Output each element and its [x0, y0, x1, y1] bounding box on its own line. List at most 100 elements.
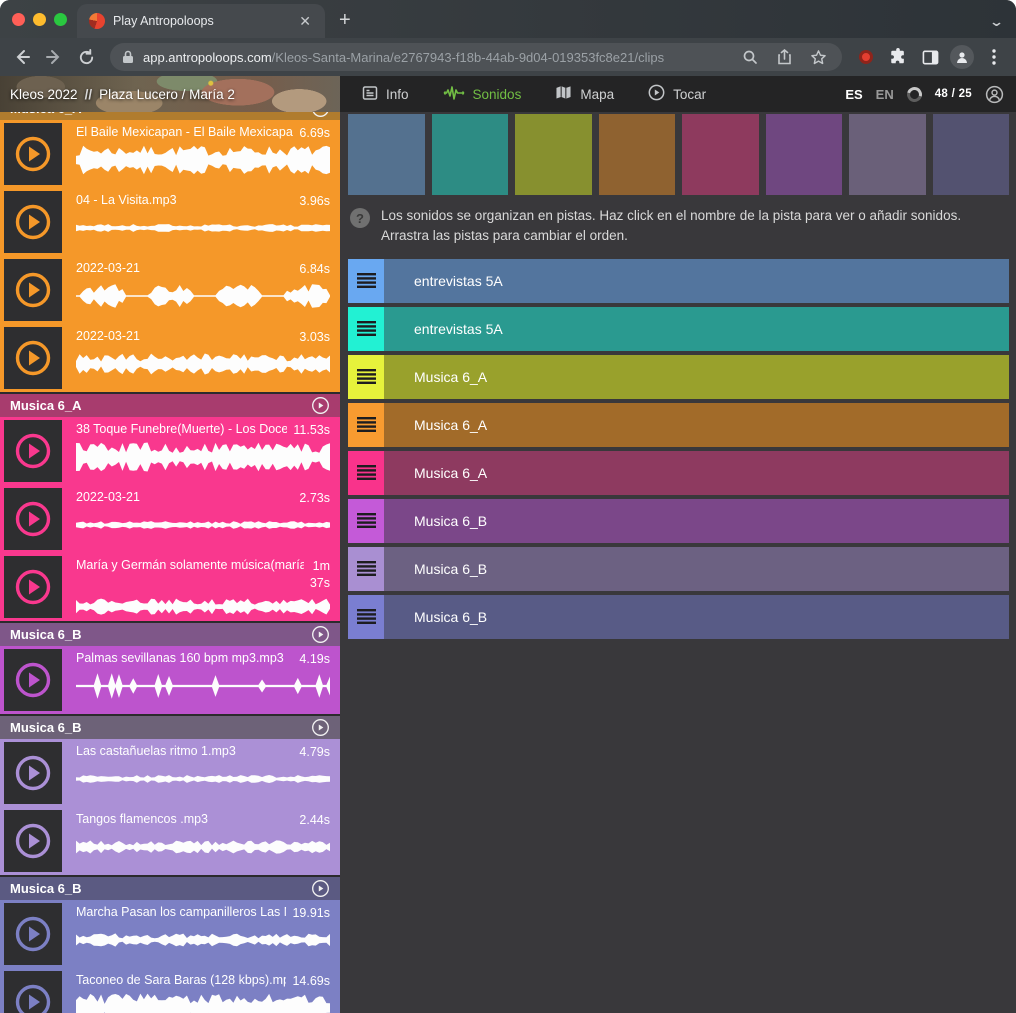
help-question-icon: ?	[350, 208, 370, 228]
tab-search-chevron-icon[interactable]: ⌄	[989, 14, 1004, 30]
clip-play-button[interactable]	[4, 488, 62, 550]
track-swatch-3[interactable]	[515, 114, 592, 195]
minimize-window-button[interactable]	[33, 13, 46, 26]
new-tab-button[interactable]: +	[325, 9, 365, 38]
track-drag-handle[interactable]	[348, 595, 384, 639]
section-header[interactable]: Musica 6_B	[0, 623, 340, 646]
maximize-window-button[interactable]	[54, 13, 67, 26]
track-swatch-7[interactable]	[849, 114, 926, 195]
clip-play-button[interactable]	[4, 742, 62, 804]
track-row[interactable]: Musica 6_A	[348, 451, 1009, 495]
clip-main: María y Germán solamente música(maría 2.…	[62, 556, 334, 618]
clip-main: 04 - La Visita.mp33.96s	[62, 191, 334, 253]
nav-item-label: Info	[386, 87, 409, 102]
track-drag-handle[interactable]	[348, 499, 384, 543]
clip-item[interactable]: Taconeo de Sara Baras (128 kbps).mp314.6…	[0, 968, 340, 1013]
clip-item[interactable]: Las castañuelas ritmo 1.mp34.79s	[0, 739, 340, 807]
track-drag-handle[interactable]	[348, 451, 384, 495]
clip-duration: 6.84s	[299, 261, 330, 278]
clip-duration: 4.19s	[299, 651, 330, 668]
clip-play-button[interactable]	[4, 191, 62, 253]
clip-item[interactable]: María y Germán solamente música(maría 2.…	[0, 553, 340, 621]
track-swatch-1[interactable]	[348, 114, 425, 195]
share-icon[interactable]	[770, 43, 798, 71]
section-header[interactable]: Musica 6_A	[0, 112, 340, 120]
track-drag-handle[interactable]	[348, 307, 384, 351]
track-row[interactable]: Musica 6_B	[348, 547, 1009, 591]
zoom-icon[interactable]	[736, 43, 764, 71]
nav-item-mapa[interactable]: Mapa	[555, 85, 614, 103]
back-button[interactable]	[8, 43, 36, 71]
drag-bars-icon	[357, 273, 376, 288]
breadcrumb-location: Plaza Lucero / María 2	[99, 87, 235, 102]
clip-item[interactable]: Palmas sevillanas 160 bpm mp3.mp34.19s	[0, 646, 340, 714]
track-swatch-8[interactable]	[933, 114, 1010, 195]
nav-item-info[interactable]: Info	[362, 85, 409, 104]
section-header[interactable]: Musica 6_B	[0, 716, 340, 739]
clip-play-button[interactable]	[4, 123, 62, 185]
track-label: Musica 6_B	[414, 513, 487, 529]
clip-item[interactable]: 2022-03-216.84s	[0, 256, 340, 324]
section-play-button[interactable]	[311, 879, 330, 898]
track-row[interactable]: entrevistas 5A	[348, 259, 1009, 303]
track-swatch-2[interactable]	[432, 114, 509, 195]
clip-item[interactable]: Marcha Pasan los campanilleros Las Mejor…	[0, 900, 340, 968]
track-swatch-4[interactable]	[599, 114, 676, 195]
clip-play-button[interactable]	[4, 903, 62, 965]
clip-item[interactable]: 2022-03-212.73s	[0, 485, 340, 553]
nav-item-tocar[interactable]: Tocar	[648, 84, 706, 104]
track-row[interactable]: entrevistas 5A	[348, 307, 1009, 351]
bookmark-star-icon[interactable]	[804, 43, 832, 71]
section-header[interactable]: Musica 6_A	[0, 394, 340, 417]
side-panel-icon[interactable]	[916, 43, 944, 71]
section-play-button[interactable]	[311, 396, 330, 415]
clip-item[interactable]: 38 Toque Funebre(Muerte) - Los Doce Par.…	[0, 417, 340, 485]
track-row[interactable]: Musica 6_B	[348, 595, 1009, 639]
track-row[interactable]: Musica 6_A	[348, 403, 1009, 447]
track-drag-handle[interactable]	[348, 355, 384, 399]
section-play-button[interactable]	[311, 718, 330, 737]
record-extension-icon[interactable]	[852, 43, 880, 71]
section-clips: Las castañuelas ritmo 1.mp34.79sTangos f…	[0, 739, 340, 875]
close-window-button[interactable]	[12, 13, 25, 26]
clip-play-button[interactable]	[4, 420, 62, 482]
clip-play-button[interactable]	[4, 259, 62, 321]
forward-button[interactable]	[40, 43, 68, 71]
clip-play-button[interactable]	[4, 649, 62, 711]
clip-waveform	[76, 993, 330, 1013]
clip-item[interactable]: 04 - La Visita.mp33.96s	[0, 188, 340, 256]
clip-play-button[interactable]	[4, 556, 62, 618]
tab-close-icon[interactable]: ✕	[295, 12, 315, 30]
track-drag-handle[interactable]	[348, 547, 384, 591]
play-icon	[13, 431, 53, 471]
track-drag-handle[interactable]	[348, 403, 384, 447]
nav-item-sonidos[interactable]: Sonidos	[443, 85, 522, 104]
language-es-button[interactable]: ES	[845, 87, 862, 102]
track-swatch-6[interactable]	[766, 114, 843, 195]
profile-avatar[interactable]	[948, 43, 976, 71]
track-row[interactable]: Musica 6_A	[348, 355, 1009, 399]
section-play-button[interactable]	[311, 625, 330, 644]
waveform-icon	[443, 85, 465, 104]
address-bar[interactable]: app.antropoloops.com/Kleos-Santa-Marina/…	[110, 43, 842, 71]
language-en-button[interactable]: EN	[876, 87, 894, 102]
play-icon	[13, 202, 53, 242]
clip-item[interactable]: 2022-03-213.03s	[0, 324, 340, 392]
section-play-button[interactable]	[311, 112, 330, 118]
extensions-puzzle-icon[interactable]	[884, 43, 912, 71]
browser-tab[interactable]: Play Antropoloops ✕	[77, 4, 325, 38]
clip-play-button[interactable]	[4, 327, 62, 389]
clip-item[interactable]: Tangos flamencos .mp32.44s	[0, 807, 340, 875]
clip-main: 2022-03-213.03s	[62, 327, 334, 389]
drag-bars-icon	[357, 609, 376, 624]
track-row[interactable]: Musica 6_B	[348, 499, 1009, 543]
reload-button[interactable]	[72, 43, 100, 71]
clip-play-button[interactable]	[4, 971, 62, 1013]
account-icon[interactable]	[985, 85, 1004, 104]
clip-item[interactable]: El Baile Mexicapan - El Baile Mexicapan.…	[0, 120, 340, 188]
section-header[interactable]: Musica 6_B	[0, 877, 340, 900]
clip-play-button[interactable]	[4, 810, 62, 872]
track-drag-handle[interactable]	[348, 259, 384, 303]
track-swatch-5[interactable]	[682, 114, 759, 195]
browser-menu-kebab-icon[interactable]	[980, 43, 1008, 71]
